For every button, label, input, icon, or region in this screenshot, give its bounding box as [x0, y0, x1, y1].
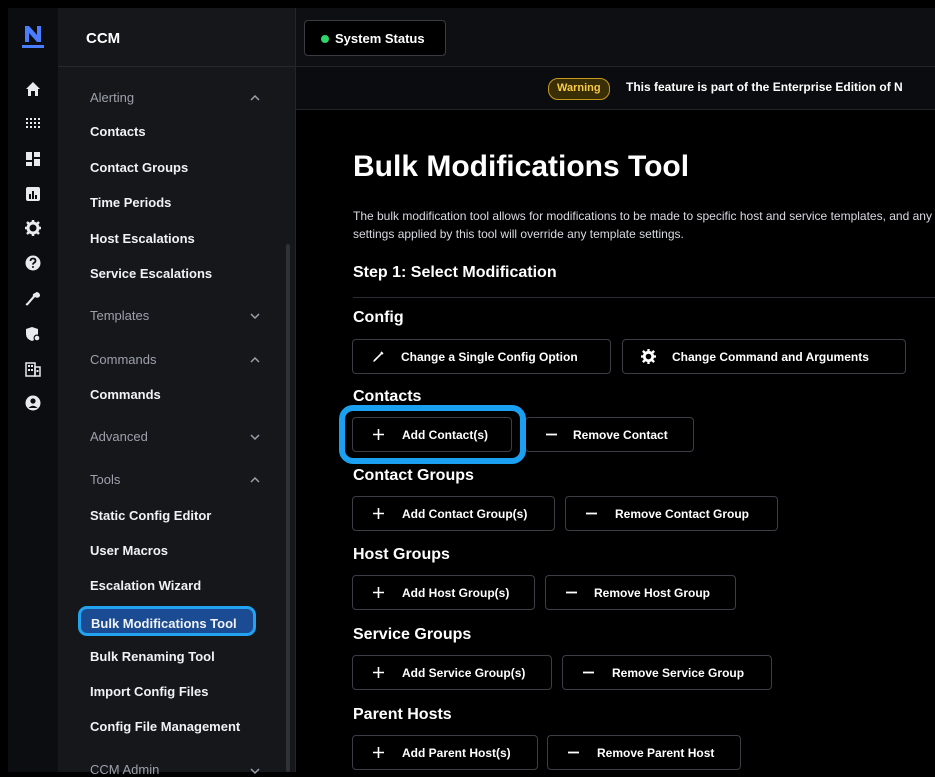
nav-item-static-config-editor[interactable]: Static Config Editor: [90, 508, 211, 523]
nav-section-alerting[interactable]: Alerting: [90, 90, 134, 105]
button-label: Add Host Group(s): [402, 586, 510, 600]
remove-parent-host-button[interactable]: Remove Parent Host: [547, 735, 741, 770]
minus-icon: [544, 427, 559, 442]
warning-badge: Warning: [548, 78, 610, 100]
nav-section-commands[interactable]: Commands: [90, 352, 156, 367]
home-icon[interactable]: [25, 81, 41, 97]
group-title-parent-hosts: Parent Hosts: [353, 706, 452, 723]
nav-item-time-periods[interactable]: Time Periods: [90, 195, 171, 210]
nav-scrollbar[interactable]: [286, 244, 290, 772]
remove-host-group-button[interactable]: Remove Host Group: [545, 575, 736, 610]
dashboard-icon[interactable]: [25, 151, 41, 167]
button-label: Remove Service Group: [612, 666, 745, 680]
minus-icon: [564, 585, 579, 600]
enterprise-warning-banner: Warning This feature is part of the Ente…: [296, 67, 935, 110]
change-command-button[interactable]: Change Command and Arguments: [622, 339, 906, 374]
wrench-icon[interactable]: [25, 291, 41, 307]
group-title-contacts: Contacts: [353, 388, 422, 405]
remove-contact-button[interactable]: Remove Contact: [525, 417, 694, 452]
button-label: Remove Host Group: [594, 586, 711, 600]
nav-item-user-macros[interactable]: User Macros: [90, 543, 168, 558]
apps-grid-icon[interactable]: [25, 115, 41, 131]
gear-icon[interactable]: [25, 220, 41, 236]
nav-item-commands[interactable]: Commands: [90, 387, 161, 402]
add-service-groups-button[interactable]: Add Service Group(s): [352, 655, 552, 690]
nav-section-ccm-admin[interactable]: CCM Admin: [90, 762, 159, 777]
nav-section-tools[interactable]: Tools: [90, 472, 120, 487]
user-circle-icon[interactable]: [25, 395, 41, 411]
status-dot-icon: [321, 35, 329, 43]
nav-title: CCM: [86, 30, 121, 47]
button-label: Add Service Group(s): [402, 666, 526, 680]
plus-icon: [371, 745, 386, 760]
group-title-service-groups: Service Groups: [353, 626, 472, 643]
plus-icon: [371, 585, 386, 600]
add-host-groups-button[interactable]: Add Host Group(s): [352, 575, 535, 610]
nav-section-templates[interactable]: Templates: [90, 308, 149, 323]
system-status-button[interactable]: System Status: [304, 20, 446, 56]
chevron-up-icon[interactable]: [249, 474, 261, 486]
chevron-down-icon[interactable]: [249, 310, 261, 322]
logo-underline: [22, 45, 44, 48]
gear-icon: [641, 349, 656, 364]
button-label: Remove Parent Host: [597, 746, 715, 760]
highlight-add-contacts: [339, 405, 526, 464]
nav-item-escalation-wizard[interactable]: Escalation Wizard: [90, 578, 201, 593]
step-heading: Step 1: Select Modification: [353, 264, 557, 281]
button-label: Add Contact Group(s): [402, 507, 528, 521]
remove-service-group-button[interactable]: Remove Service Group: [562, 655, 772, 690]
page-description: The bulk modification tool allows for mo…: [353, 209, 932, 241]
group-title-config: Config: [353, 309, 404, 326]
warning-text: This feature is part of the Enterprise E…: [626, 80, 903, 94]
group-title-host-groups: Host Groups: [353, 546, 450, 563]
minus-icon: [581, 665, 596, 680]
chevron-up-icon[interactable]: [249, 92, 261, 104]
chevron-up-icon[interactable]: [249, 354, 261, 366]
button-label: Add Parent Host(s): [402, 746, 511, 760]
nav-header: CCM: [58, 8, 295, 67]
chevron-down-icon[interactable]: [249, 765, 261, 777]
button-label: Remove Contact: [573, 428, 668, 442]
system-status-label: System Status: [335, 31, 425, 46]
button-label: Change Command and Arguments: [672, 350, 869, 364]
ccm-nav-panel: CCM Alerting Contacts Contact Groups Tim…: [58, 8, 296, 777]
chart-icon[interactable]: [25, 186, 41, 202]
nav-section-advanced[interactable]: Advanced: [90, 429, 148, 444]
icon-rail: [8, 8, 59, 772]
button-label: Change a Single Config Option: [401, 350, 578, 364]
group-title-contact-groups: Contact Groups: [353, 467, 474, 484]
nav-item-service-escalations[interactable]: Service Escalations: [90, 266, 212, 281]
chevron-down-icon[interactable]: [249, 431, 261, 443]
nav-item-host-escalations[interactable]: Host Escalations: [90, 231, 195, 246]
nav-item-import-config-files[interactable]: Import Config Files: [90, 684, 208, 699]
minus-icon: [566, 745, 581, 760]
top-bar: System Status: [296, 8, 935, 67]
pencil-icon: [371, 349, 386, 364]
nav-item-bulk-modifications-tool[interactable]: Bulk Modifications Tool: [78, 606, 256, 636]
divider: [353, 297, 935, 298]
app-logo[interactable]: [22, 24, 44, 48]
shield-gear-icon[interactable]: [25, 326, 41, 342]
help-icon[interactable]: [25, 255, 41, 271]
page-title: Bulk Modifications Tool: [353, 150, 690, 183]
add-contact-groups-button[interactable]: Add Contact Group(s): [352, 496, 555, 531]
nav-item-contacts[interactable]: Contacts: [90, 124, 146, 139]
plus-icon: [371, 665, 386, 680]
plus-icon: [371, 506, 386, 521]
remove-contact-group-button[interactable]: Remove Contact Group: [565, 496, 778, 531]
add-parent-hosts-button[interactable]: Add Parent Host(s): [352, 735, 538, 770]
change-single-config-button[interactable]: Change a Single Config Option: [352, 339, 611, 374]
nav-item-config-file-management[interactable]: Config File Management: [90, 719, 240, 734]
nav-item-contact-groups[interactable]: Contact Groups: [90, 160, 188, 175]
nav-item-bulk-renaming-tool[interactable]: Bulk Renaming Tool: [90, 649, 215, 664]
button-label: Remove Contact Group: [615, 507, 750, 521]
minus-icon: [584, 506, 599, 521]
building-icon[interactable]: [25, 361, 41, 377]
